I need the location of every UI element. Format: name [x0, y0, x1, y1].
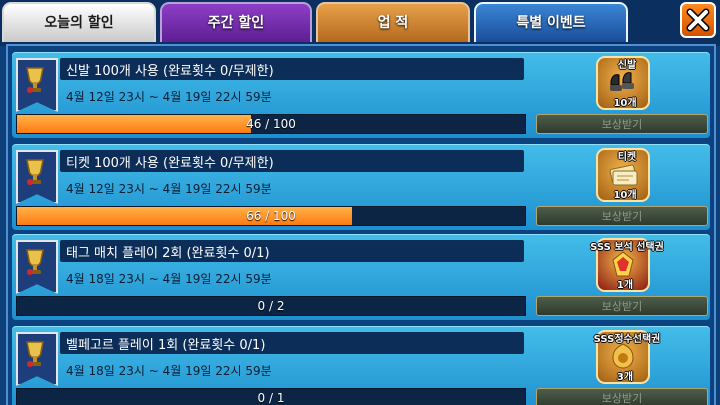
progress-bar: 66 / 100: [16, 206, 526, 226]
progress-text: 46 / 100: [246, 117, 296, 131]
close-icon: [686, 8, 710, 32]
reward-name: SSS 보석 선택권: [590, 242, 664, 253]
trophy-icon: [26, 67, 44, 93]
event-banner: [16, 58, 58, 112]
event-row: 태그 매치 플레이 2회 (완료횟수 0/1) 4월 18일 23시 ~ 4월 …: [12, 234, 710, 320]
progress-bar: 0 / 2: [16, 296, 526, 316]
event-date: 4월 12일 23시 ~ 4월 19일 22시 59분: [66, 90, 272, 104]
reward-quantity: 3개: [616, 372, 634, 383]
reward-quantity: 10개: [613, 98, 637, 109]
claim-reward-button[interactable]: 보상받기: [536, 388, 708, 405]
trophy-icon: [26, 249, 44, 275]
claim-reward-button[interactable]: 보상받기: [536, 206, 708, 226]
event-row: 신발 100개 사용 (완료횟수 0/무제한) 4월 12일 23시 ~ 4월 …: [12, 52, 710, 138]
trophy-icon: [26, 341, 44, 367]
event-title: 벨페고르 플레이 1회 (완료횟수 0/1): [66, 338, 266, 353]
event-banner: [16, 240, 58, 294]
close-button[interactable]: [680, 2, 716, 38]
reward-quantity: 10개: [613, 190, 637, 201]
reward-item: SSS 보석 선택권 1개: [590, 238, 664, 292]
claim-reward-button[interactable]: 보상받기: [536, 296, 708, 316]
tab-special-event[interactable]: 특별 이벤트: [474, 2, 628, 42]
event-date: 4월 18일 23시 ~ 4월 19일 22시 59분: [66, 364, 272, 378]
event-title: 태그 매치 플레이 2회 (완료횟수 0/1): [66, 246, 270, 261]
event-row: 티켓 100개 사용 (완료횟수 0/무제한) 4월 12일 23시 ~ 4월 …: [12, 144, 710, 230]
trophy-icon: [26, 159, 44, 185]
progress-text: 66 / 100: [246, 209, 296, 223]
event-list[interactable]: 신발 100개 사용 (완료횟수 0/무제한) 4월 12일 23시 ~ 4월 …: [6, 44, 716, 405]
progress-text: 0 / 1: [257, 391, 285, 405]
tab-weekly-sale[interactable]: 주간 할인: [160, 2, 312, 42]
reward-item: 티켓 10개: [596, 148, 650, 202]
reward-item: SSS정수선택권 3개: [594, 330, 660, 384]
reward-name: 티켓: [617, 152, 637, 163]
reward-quantity: 1개: [616, 280, 634, 291]
event-banner: [16, 150, 58, 204]
event-banner: [16, 332, 58, 386]
tab-today-sale[interactable]: 오늘의 할인: [2, 2, 156, 42]
reward-name: 신발: [617, 60, 637, 71]
event-date: 4월 12일 23시 ~ 4월 19일 22시 59분: [66, 182, 272, 196]
claim-reward-button[interactable]: 보상받기: [536, 114, 708, 134]
event-date: 4월 18일 23시 ~ 4월 19일 22시 59분: [66, 272, 272, 286]
progress-text: 0 / 2: [257, 299, 285, 313]
event-title: 신발 100개 사용 (완료횟수 0/무제한): [66, 64, 274, 79]
progress-bar: 46 / 100: [16, 114, 526, 134]
reward-item: 신발 10개: [596, 56, 650, 110]
tab-achievement[interactable]: 업 적: [316, 2, 470, 42]
tab-bar: 오늘의 할인 주간 할인 업 적 특별 이벤트: [0, 0, 720, 46]
event-row: 벨페고르 플레이 1회 (완료횟수 0/1) 4월 18일 23시 ~ 4월 1…: [12, 326, 710, 405]
progress-bar: 0 / 1: [16, 388, 526, 405]
event-title: 티켓 100개 사용 (완료횟수 0/무제한): [66, 156, 274, 171]
reward-name: SSS정수선택권: [593, 334, 661, 345]
